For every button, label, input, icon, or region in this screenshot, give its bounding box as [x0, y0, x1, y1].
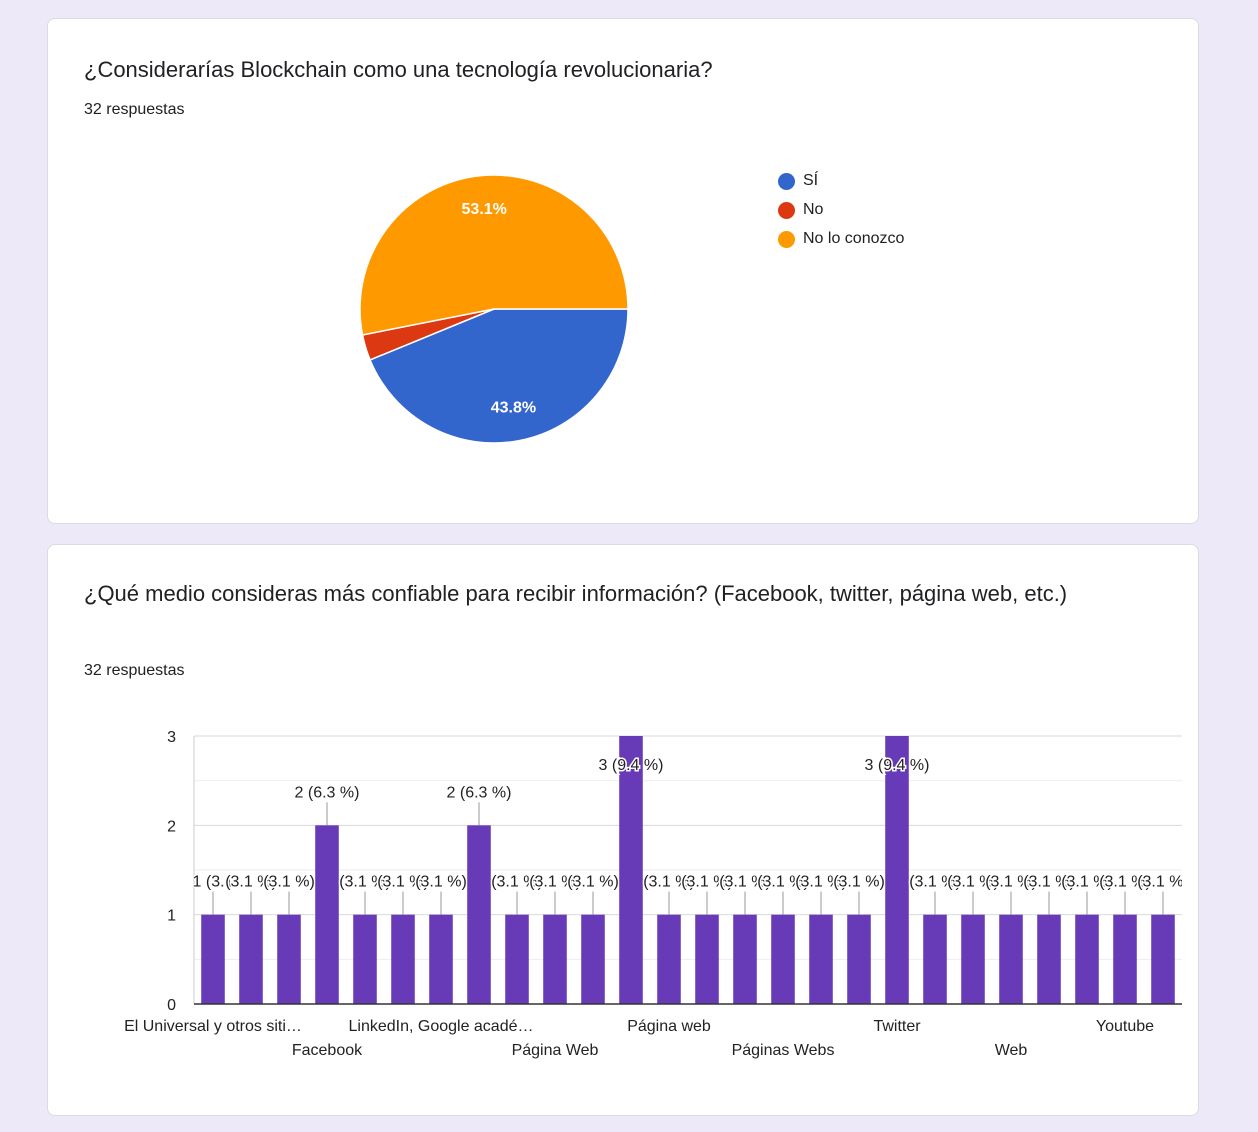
bar-value-label: (3.1 %)	[1137, 874, 1189, 891]
y-tick-label: 3	[167, 729, 176, 746]
bar-0	[201, 914, 225, 1004]
question-title: ¿Considerarías Blockchain como una tecno…	[84, 57, 713, 82]
bar-15	[771, 914, 795, 1004]
legend-label: SÍ	[803, 172, 819, 189]
bar-value-label: (3.1 %)	[263, 874, 315, 891]
x-tick-label: Youtube	[1096, 1018, 1154, 1035]
bar-24	[1113, 914, 1137, 1004]
x-tick-label: El Universal y otros siti…	[124, 1018, 302, 1035]
x-tick-label: Páginas Webs	[732, 1042, 835, 1059]
y-tick-label: 0	[167, 997, 176, 1014]
bar-value-label: 2 (6.3 %)	[447, 784, 512, 801]
legend-item-2: No lo conozco	[778, 230, 904, 248]
legend-item-1: No	[778, 201, 823, 219]
bar-2	[277, 914, 301, 1004]
bar-11	[619, 736, 643, 1004]
question-title: ¿Qué medio consideras más confiable para…	[84, 581, 1068, 606]
bar-18	[885, 736, 909, 1004]
y-tick-label: 2	[167, 818, 176, 835]
bar-chart: 01231 (3.1(3.1 %)(3.1 %)2 (6.3 %)(3.1 %)…	[124, 729, 1189, 1059]
bar-22	[1037, 914, 1061, 1004]
bar-20	[961, 914, 985, 1004]
bar-6	[429, 914, 453, 1004]
bar-12	[657, 914, 681, 1004]
x-tick-label: Página Web	[512, 1042, 599, 1059]
x-tick-label: LinkedIn, Google acadé…	[348, 1018, 533, 1035]
bar-16	[809, 914, 833, 1004]
x-tick-label: Web	[995, 1042, 1028, 1059]
bar-23	[1075, 914, 1099, 1004]
bar-8	[505, 914, 529, 1004]
bar-14	[733, 914, 757, 1004]
legend-label: No	[803, 201, 824, 218]
question-card-2: ¿Qué medio consideras más confiable para…	[47, 544, 1199, 1116]
bar-21	[999, 914, 1023, 1004]
bar-7	[467, 825, 491, 1004]
bar-17	[847, 914, 871, 1004]
x-tick-label: Twitter	[873, 1018, 921, 1035]
legend-label: No lo conozco	[803, 230, 905, 247]
bar-value-label: 2 (6.3 %)	[295, 784, 360, 801]
pie-slice-label-0: 43.8%	[491, 400, 536, 417]
bar-value-label: (3.1 %)	[567, 874, 619, 891]
bar-value-label: (3.1 %)	[833, 874, 885, 891]
legend-swatch	[778, 201, 795, 219]
legend-swatch	[778, 172, 795, 190]
bar-25	[1151, 914, 1175, 1004]
bar-value-label: (3.1 %)	[415, 874, 467, 891]
response-count: 32 respuestas	[84, 101, 185, 118]
bar-13	[695, 914, 719, 1004]
legend-swatch	[778, 230, 795, 248]
pie-chart: 43.8% 53.1%	[359, 174, 629, 444]
bar-10	[581, 914, 605, 1004]
bar-3	[315, 825, 339, 1004]
bar-value-label: 3 (9.4 %)	[865, 757, 930, 774]
bar-19	[923, 914, 947, 1004]
bar-value-label: 3 (9.4 %)	[599, 757, 664, 774]
pie-slice-label-2: 53.1%	[462, 201, 507, 218]
bar-9	[543, 914, 567, 1004]
legend-item-0: SÍ	[778, 172, 818, 190]
bar-1	[239, 914, 263, 1004]
bar-5	[391, 914, 415, 1004]
response-count: 32 respuestas	[84, 662, 185, 679]
x-tick-label: Página web	[627, 1018, 711, 1035]
bar-4	[353, 914, 377, 1004]
y-tick-label: 1	[167, 908, 176, 925]
x-tick-label: Facebook	[292, 1042, 363, 1059]
question-card-1: ¿Considerarías Blockchain como una tecno…	[47, 18, 1199, 524]
